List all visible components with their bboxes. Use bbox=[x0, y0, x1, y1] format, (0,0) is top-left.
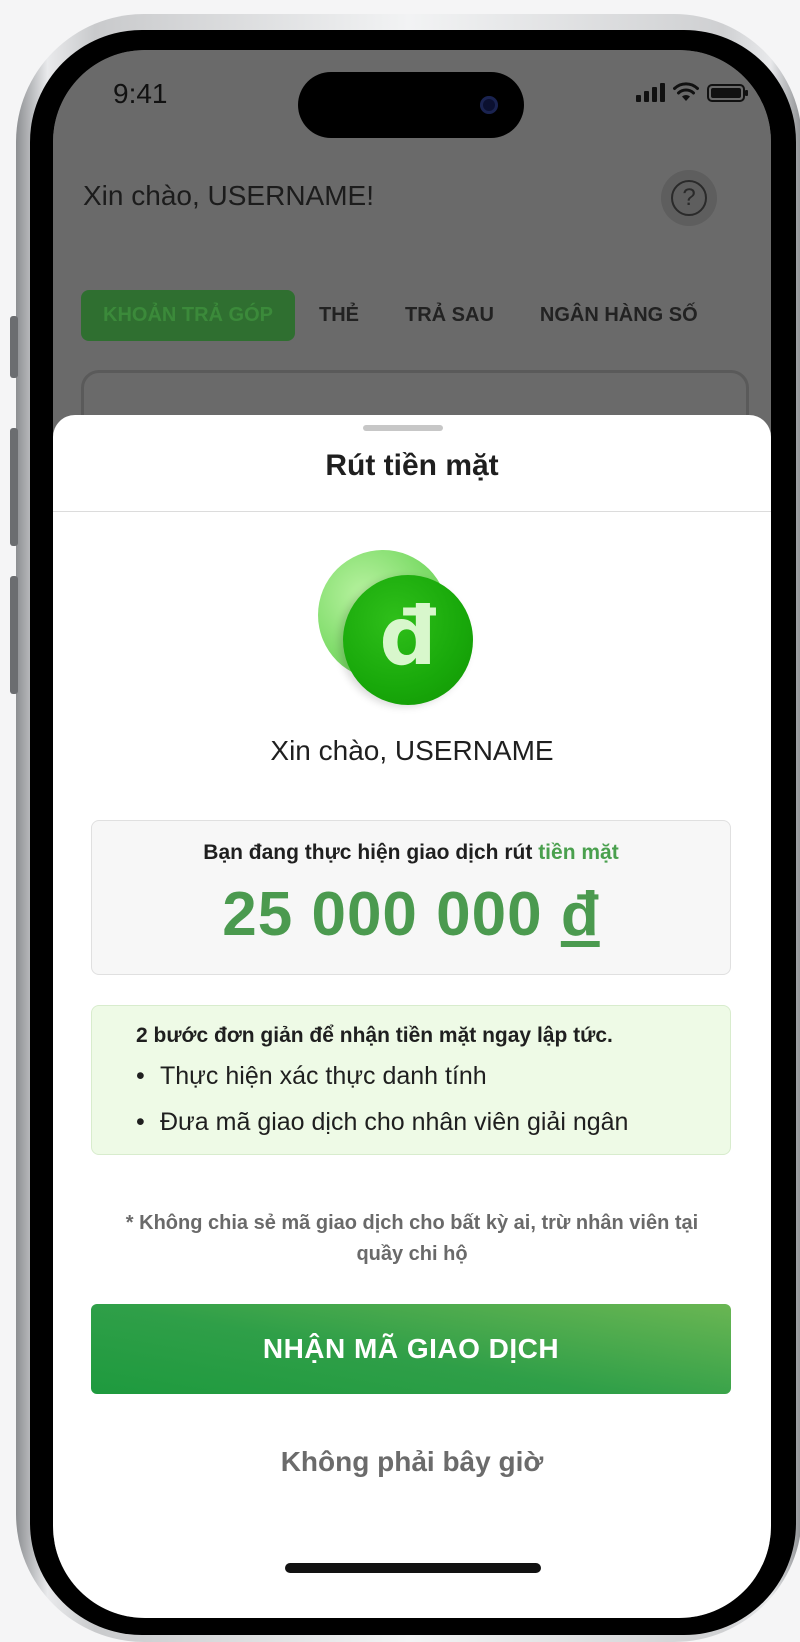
dong-coin-icon: đ bbox=[303, 540, 473, 710]
cellular-signal-icon bbox=[636, 82, 665, 102]
tab-installment[interactable]: KHOẢN TRẢ GÓP bbox=[81, 290, 295, 341]
amount-caption-prefix: Bạn đang thực hiện giao dịch rút bbox=[203, 841, 533, 864]
amount-value: 25 000 000 đ bbox=[92, 879, 730, 950]
amount-number: 25 000 000 bbox=[222, 880, 543, 949]
bullet: • bbox=[136, 1108, 145, 1136]
volume-down-button bbox=[10, 576, 18, 694]
cash-withdrawal-sheet: Rút tiền mặt đ Xin chào, USERNAME Bạn đa… bbox=[53, 415, 771, 1618]
volume-up-button bbox=[10, 428, 18, 546]
steps-card: 2 bước đơn giản để nhận tiền mặt ngay lậ… bbox=[91, 1005, 731, 1155]
wifi-icon bbox=[673, 82, 699, 101]
greeting-text: Xin chào, USERNAME! bbox=[83, 180, 374, 211]
not-now-button[interactable]: Không phải bây giờ bbox=[53, 1445, 771, 1479]
dynamic-island bbox=[298, 72, 524, 138]
product-tabs: KHOẢN TRẢ GÓP THẺ TRẢ SAU NGÂN HÀNG SỐ bbox=[81, 290, 744, 341]
hello-text: Xin chào, USERNAME bbox=[270, 735, 554, 766]
tab-digital-bank[interactable]: NGÂN HÀNG SỐ bbox=[540, 304, 698, 327]
camera-icon bbox=[480, 96, 498, 114]
screen: 9:41 Xin chào, USERNAME! ? KHOẢN TRẢ GÓP… bbox=[53, 50, 771, 1618]
help-button[interactable]: ? bbox=[661, 170, 717, 226]
amount-card: Bạn đang thực hiện giao dịch rút tiền mặ… bbox=[91, 820, 731, 975]
tab-paylater[interactable]: TRẢ SAU bbox=[405, 304, 494, 327]
dong-symbol: đ bbox=[379, 590, 437, 683]
sheet-title: Rút tiền mặt bbox=[325, 449, 499, 482]
sheet-drag-handle[interactable] bbox=[363, 425, 443, 431]
status-icons bbox=[636, 82, 748, 102]
question-circle-icon: ? bbox=[671, 180, 707, 216]
bullet: • bbox=[136, 1062, 145, 1090]
step-item: • Thực hiện xác thực danh tính bbox=[136, 1062, 487, 1091]
home-indicator bbox=[285, 1563, 541, 1573]
step-item: • Đưa mã giao dịch cho nhân viên giải ngâ… bbox=[136, 1108, 628, 1137]
warning-text: * Không chia sẻ mã giao dịch cho bất kỳ … bbox=[125, 1212, 699, 1265]
status-time: 9:41 bbox=[113, 78, 168, 109]
step-text: Đưa mã giao dịch cho nhân viên giải ngân bbox=[160, 1108, 629, 1136]
mute-switch bbox=[10, 316, 18, 378]
divider bbox=[53, 511, 771, 512]
tab-card[interactable]: THẺ bbox=[319, 304, 359, 327]
coin-front: đ bbox=[343, 575, 473, 705]
battery-icon bbox=[707, 84, 748, 102]
amount-currency: đ bbox=[560, 880, 600, 949]
amount-caption: Bạn đang thực hiện giao dịch rút tiền mặ… bbox=[92, 841, 730, 865]
status-bar: 9:41 bbox=[53, 50, 771, 145]
get-transaction-code-button[interactable]: NHẬN MÃ GIAO DỊCH bbox=[91, 1304, 731, 1394]
steps-title: 2 bước đơn giản để nhận tiền mặt ngay lậ… bbox=[136, 1024, 613, 1047]
amount-caption-highlight: tiền mặt bbox=[538, 841, 619, 864]
step-text: Thực hiện xác thực danh tính bbox=[160, 1062, 487, 1090]
